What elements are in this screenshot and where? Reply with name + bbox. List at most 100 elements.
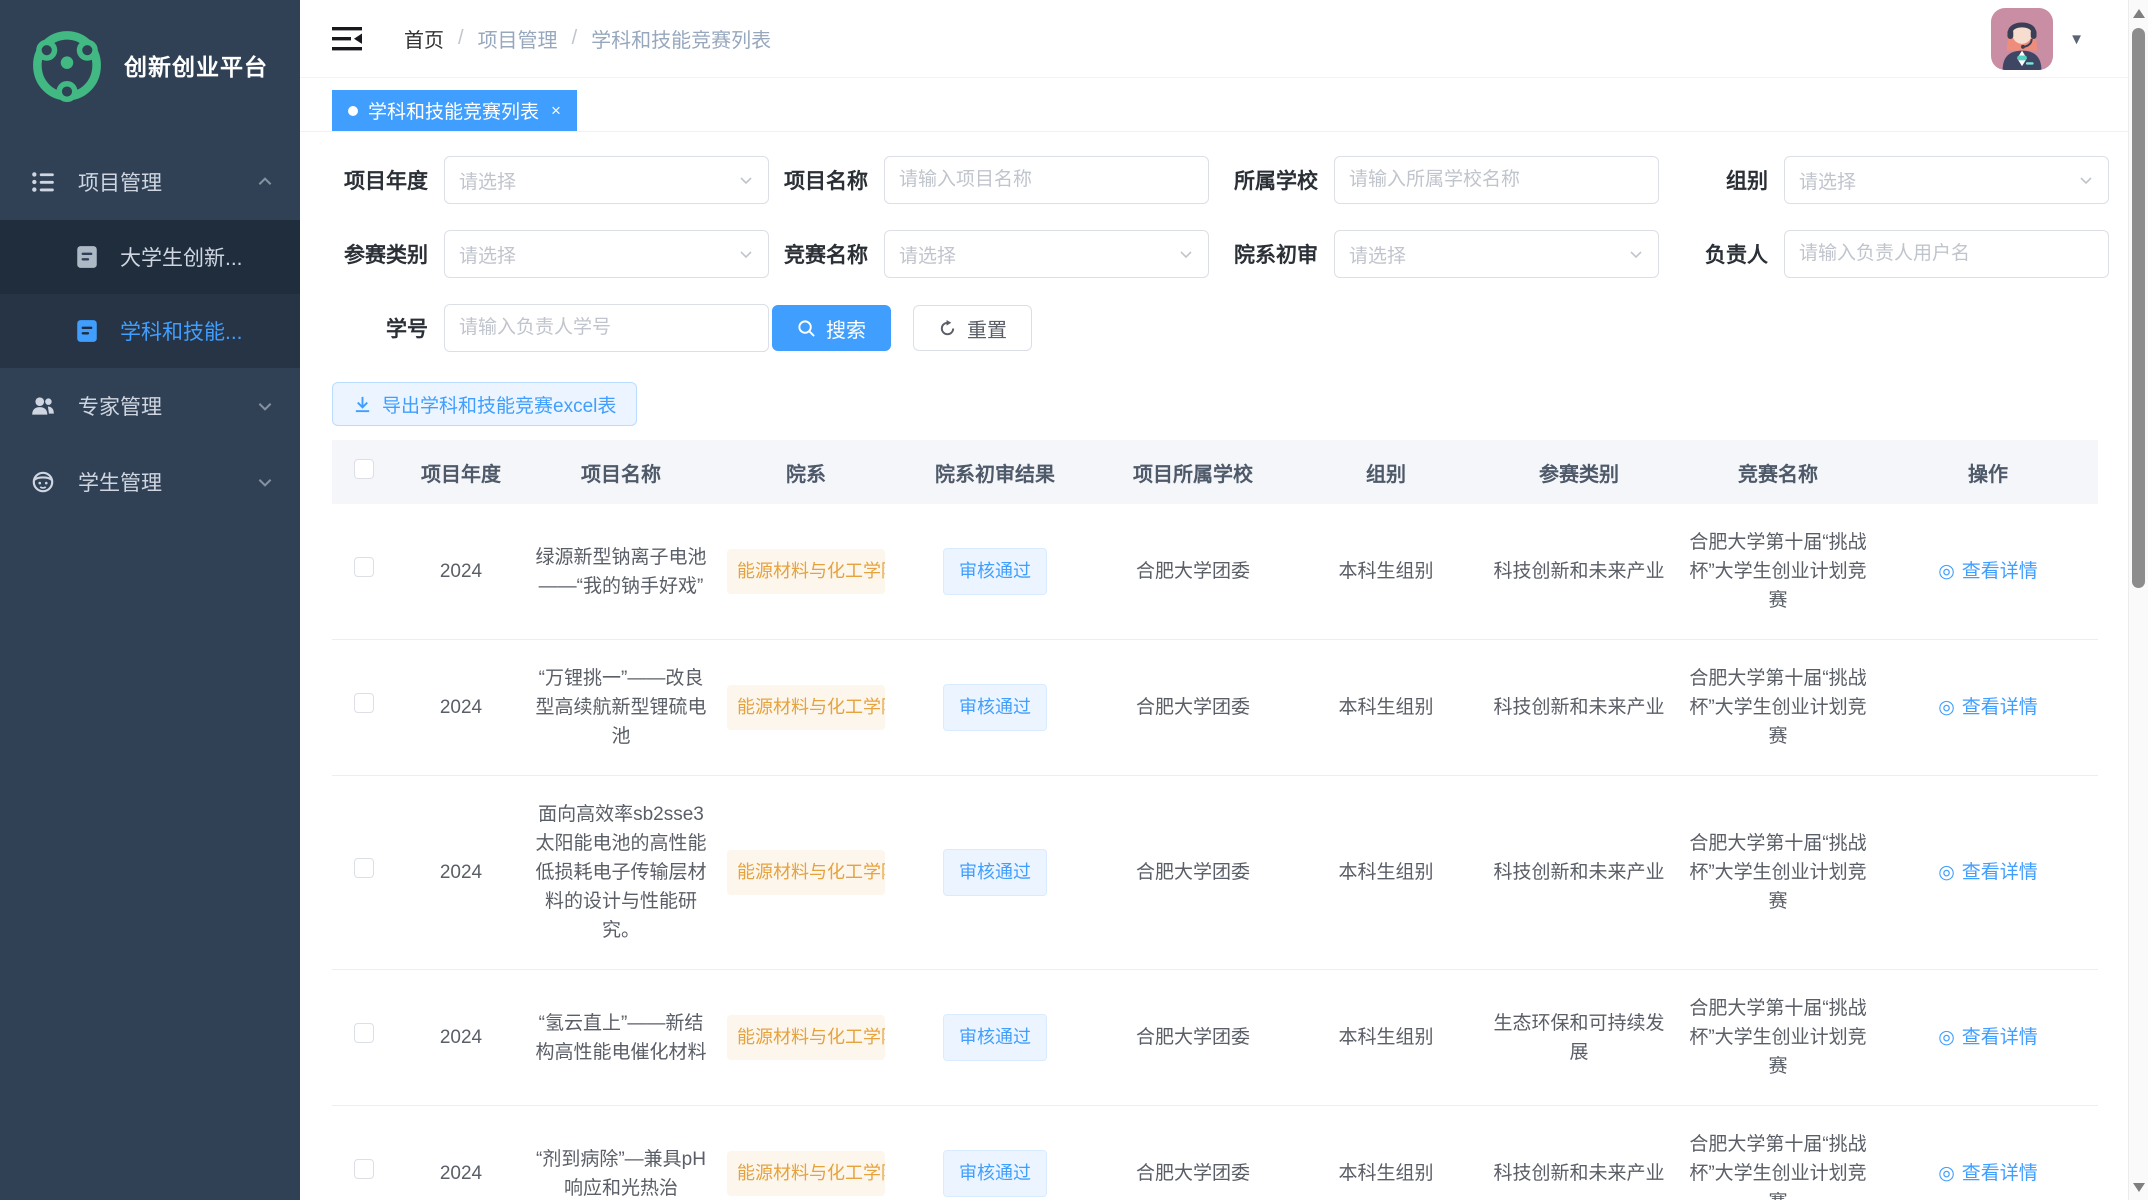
scrollbar-thumb[interactable]	[2132, 28, 2145, 588]
select-placeholder: 请选择	[1349, 241, 1406, 268]
filter-project-name: 项目名称	[772, 156, 1222, 204]
view-detail-link[interactable]: ◎查看详情	[1938, 557, 2038, 586]
review-status-badge: 审核通过	[943, 849, 1047, 896]
filter-competition-name: 竞赛名称 请选择	[772, 230, 1222, 278]
cell-competition: 合肥大学第十届“挑战杯”大学生创业计划竞赛	[1678, 776, 1878, 970]
cell-category: 科技创新和未来产业	[1480, 1106, 1678, 1200]
scrollbar-up-arrow-icon[interactable]	[2129, 2, 2148, 24]
view-detail-link[interactable]: ◎查看详情	[1938, 693, 2038, 722]
dept-badge: 能源材料与化工学院	[727, 685, 885, 730]
sidebar-submenu-project: 大学生创新... 学科和技能...	[0, 220, 300, 368]
row-checkbox[interactable]	[354, 1159, 374, 1179]
download-icon	[353, 395, 372, 414]
user-avatar[interactable]	[1991, 8, 2053, 70]
export-excel-label: 导出学科和技能竞赛excel表	[382, 391, 616, 418]
cell-project-name: “剂到病除”—兼具pH响应和光热治	[526, 1106, 716, 1200]
filter-label: 竞赛名称	[772, 239, 868, 269]
cell-category: 生态环保和可持续发展	[1480, 970, 1678, 1106]
select-all-checkbox[interactable]	[354, 459, 374, 479]
breadcrumb-current-page: 学科和技能竞赛列表	[591, 24, 771, 53]
group-select[interactable]: 请选择	[1784, 156, 2109, 204]
review-status-badge: 审核通过	[943, 1150, 1047, 1197]
filter-label: 院系初审	[1222, 239, 1318, 269]
cell-project-name: “万锂挑一”——改良型高续航新型锂硫电池	[526, 640, 716, 776]
select-placeholder: 请选择	[459, 241, 516, 268]
chevron-down-icon	[2078, 172, 2094, 188]
filter-label: 组别	[1672, 165, 1768, 195]
cell-school: 合肥大学团委	[1094, 970, 1292, 1106]
view-detail-link[interactable]: ◎查看详情	[1938, 858, 2038, 887]
sidebar-item-subject-skill-competition[interactable]: 学科和技能...	[0, 294, 300, 368]
breadcrumb-separator: /	[458, 27, 464, 50]
breadcrumb-separator: /	[572, 27, 578, 50]
view-detail-link[interactable]: ◎查看详情	[1938, 1159, 2038, 1188]
filter-form: 项目年度 请选择 项目名称 所属学校	[332, 156, 2096, 352]
school-input[interactable]	[1349, 169, 1644, 191]
page-scrollbar[interactable]	[2128, 0, 2148, 1200]
tab-close-icon[interactable]: ×	[551, 101, 561, 121]
row-checkbox[interactable]	[354, 693, 374, 713]
breadcrumb-home[interactable]: 首页	[404, 24, 444, 53]
document-icon	[74, 244, 100, 270]
leader-input[interactable]	[1799, 243, 2094, 265]
sidebar-menu: 项目管理 大学生创新...	[0, 144, 300, 520]
row-checkbox[interactable]	[354, 1023, 374, 1043]
review-status-badge: 审核通过	[943, 684, 1047, 731]
col-project-name: 项目名称	[526, 440, 716, 504]
cell-category: 科技创新和未来产业	[1480, 504, 1678, 640]
cell-category: 科技创新和未来产业	[1480, 776, 1678, 970]
col-dept: 院系	[716, 440, 896, 504]
sidebar-item-expert-management[interactable]: 专家管理	[0, 368, 300, 444]
eye-icon: ◎	[1938, 1159, 1955, 1188]
sidebar-collapse-icon[interactable]	[332, 26, 362, 52]
select-placeholder: 请选择	[1799, 167, 1856, 194]
student-id-input[interactable]	[459, 317, 754, 339]
sidebar-item-student-management[interactable]: 学生管理	[0, 444, 300, 520]
col-dept-review-result: 院系初审结果	[896, 440, 1094, 504]
filter-school: 所属学校	[1222, 156, 1672, 204]
cell-competition: 合肥大学第十届“挑战杯”大学生创业计划竞赛	[1678, 640, 1878, 776]
tab-label: 学科和技能竞赛列表	[368, 97, 539, 124]
view-detail-link[interactable]: ◎查看详情	[1938, 1023, 2038, 1052]
sidebar: 创新创业平台 项目管理	[0, 0, 300, 1200]
scrollbar-down-arrow-icon[interactable]	[2129, 1176, 2148, 1198]
chevron-up-icon	[256, 173, 274, 191]
search-button-label: 搜索	[826, 314, 866, 343]
project-year-select[interactable]: 请选择	[444, 156, 769, 204]
project-name-field-wrap	[884, 156, 1209, 204]
chevron-down-icon	[1178, 246, 1194, 262]
cell-competition: 合肥大学第十届“挑战杯”大学生创业计划竞赛	[1678, 970, 1878, 1106]
cell-group: 本科生组别	[1292, 776, 1480, 970]
search-button[interactable]: 搜索	[772, 305, 891, 351]
topbar: 首页 / 项目管理 / 学科和技能竞赛列表	[300, 0, 2148, 78]
sidebar-item-undergrad-innovation[interactable]: 大学生创新...	[0, 220, 300, 294]
cell-project-name: “氢云直上”——新结构高性能电催化材料	[526, 970, 716, 1106]
dept-review-select[interactable]: 请选择	[1334, 230, 1659, 278]
table-row: 2024 “剂到病除”—兼具pH响应和光热治 能源材料与化工学院 审核通过 合肥…	[332, 1106, 2098, 1200]
row-checkbox[interactable]	[354, 858, 374, 878]
competition-name-select[interactable]: 请选择	[884, 230, 1209, 278]
reset-button[interactable]: 重置	[913, 305, 1032, 351]
filter-category: 参赛类别 请选择	[332, 230, 772, 278]
project-name-input[interactable]	[899, 169, 1194, 191]
row-checkbox[interactable]	[354, 557, 374, 577]
col-category: 参赛类别	[1480, 440, 1678, 504]
sidebar-item-label: 学生管理	[78, 467, 256, 497]
table-row: 2024 “万锂挑一”——改良型高续航新型锂硫电池 能源材料与化工学院 审核通过…	[332, 640, 2098, 776]
tab-active-dot-icon	[348, 106, 358, 116]
cell-school: 合肥大学团委	[1094, 640, 1292, 776]
cell-group: 本科生组别	[1292, 504, 1480, 640]
category-select[interactable]: 请选择	[444, 230, 769, 278]
sidebar-item-project-management[interactable]: 项目管理	[0, 144, 300, 220]
col-school: 项目所属学校	[1094, 440, 1292, 504]
dept-badge: 能源材料与化工学院	[727, 1151, 885, 1196]
breadcrumb-project-management[interactable]: 项目管理	[478, 24, 558, 53]
refresh-icon	[938, 319, 957, 338]
student-icon	[30, 469, 56, 495]
col-project-year: 项目年度	[396, 440, 526, 504]
eye-icon: ◎	[1938, 858, 1955, 887]
export-excel-button[interactable]: 导出学科和技能竞赛excel表	[332, 382, 637, 426]
user-dropdown-caret-icon[interactable]: ▼	[2069, 31, 2084, 48]
sidebar-item-label: 项目管理	[78, 167, 256, 197]
tab-subject-skill-competition-list[interactable]: 学科和技能竞赛列表 ×	[332, 90, 577, 131]
